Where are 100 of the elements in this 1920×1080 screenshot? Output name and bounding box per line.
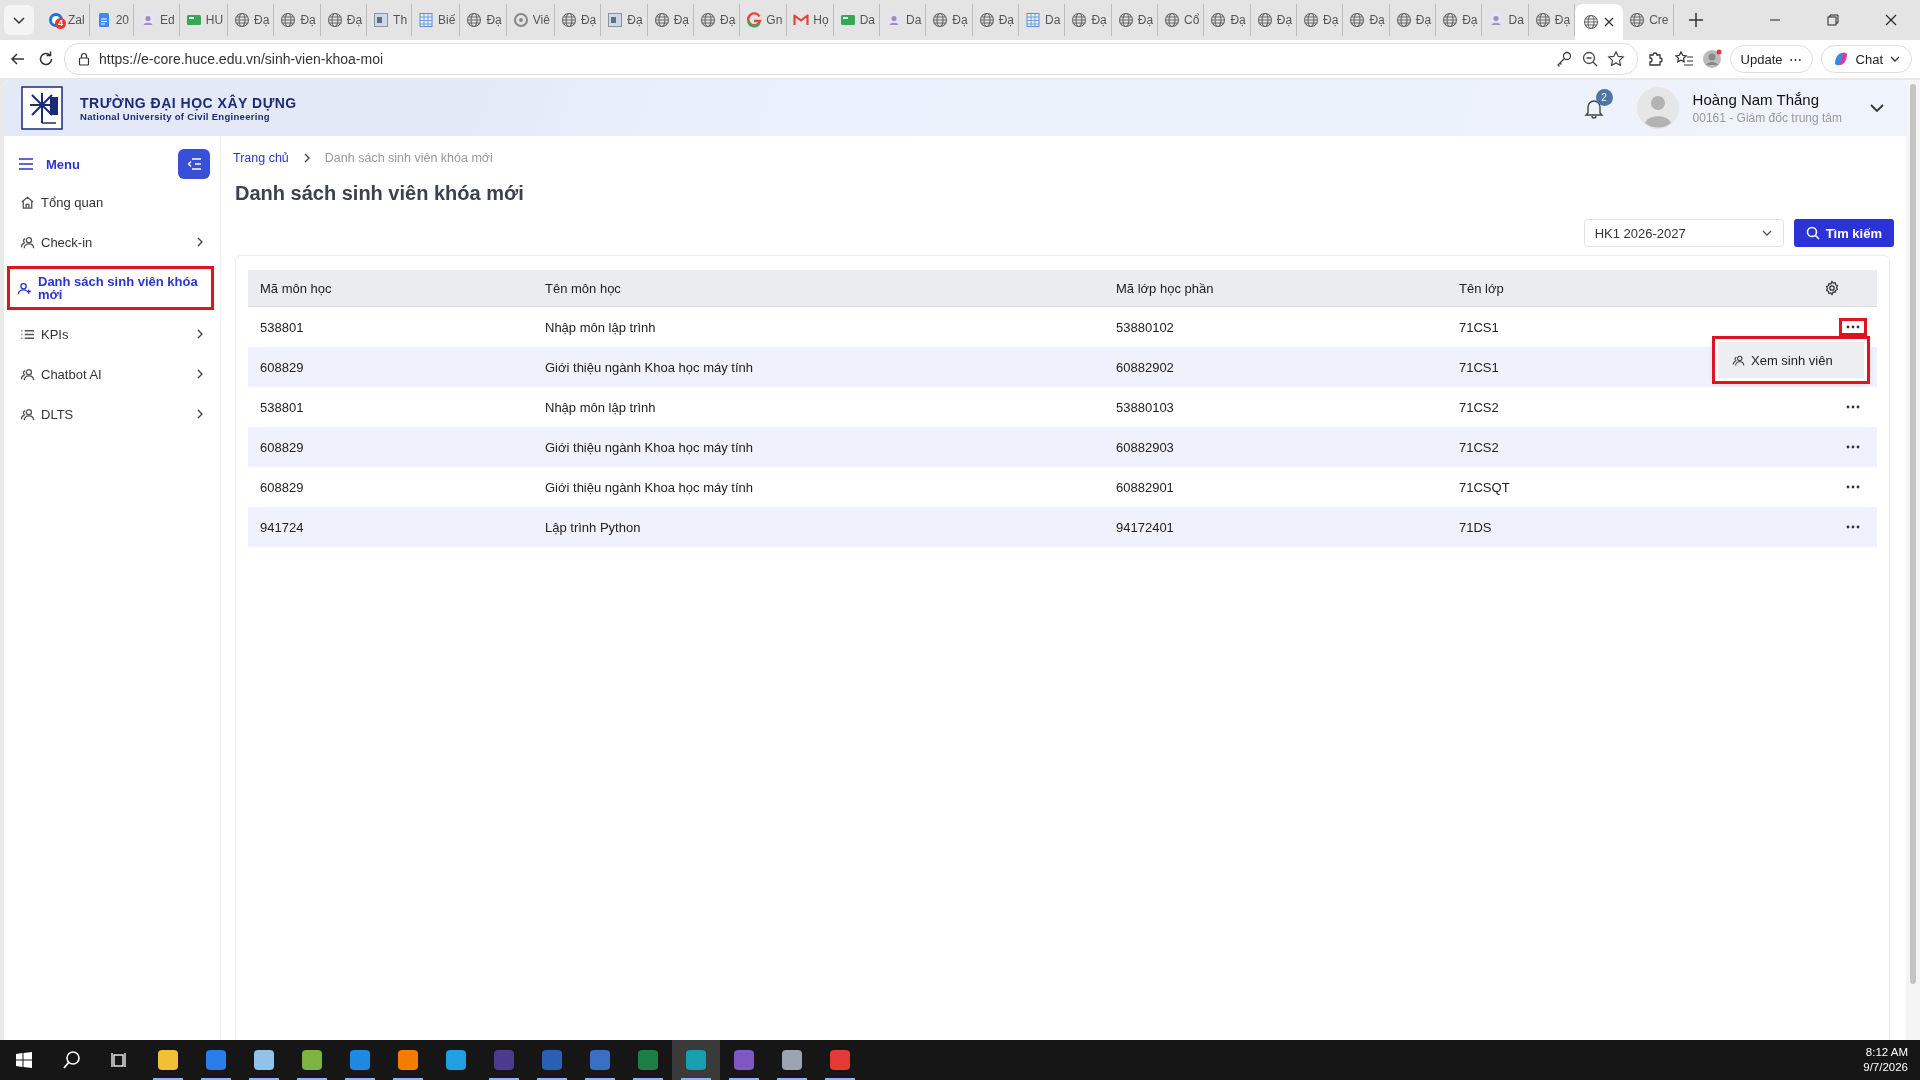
table-cell: 94172401 (1104, 507, 1447, 547)
browser-tab[interactable]: Họ (787, 4, 834, 36)
browser-tab[interactable]: Đạ (1065, 4, 1112, 36)
browser-tab[interactable]: Đạ (460, 4, 507, 36)
users-icon (20, 406, 35, 422)
column-header: Tên môn học (533, 270, 1104, 307)
browser-tab[interactable] (1575, 4, 1624, 40)
globe-icon (932, 12, 949, 28)
table-cell-text: 60882901 (1115, 478, 1175, 497)
windows-logo-icon[interactable] (16, 1052, 32, 1068)
sidebar-item[interactable]: Danh sách sinh viên khóa mới (7, 266, 214, 310)
sidebar-item[interactable]: KPIs (4, 314, 220, 354)
lock-icon (77, 52, 91, 66)
chat-button[interactable]: Chat (1820, 45, 1912, 73)
more-icon (1846, 485, 1860, 489)
sidebar-item[interactable]: Check-in (4, 222, 220, 262)
browser-tab[interactable]: Đạ (601, 4, 648, 36)
browser-tab[interactable]: Gn (740, 4, 788, 36)
browser-tab[interactable]: Đạ (1111, 4, 1159, 36)
semester-select[interactable]: HK1 2026-2027 (1583, 219, 1784, 247)
user-name: Hoàng Nam Thắng (1692, 91, 1821, 108)
browser-tab[interactable]: Đạ (228, 4, 275, 36)
profile-icon[interactable] (1701, 49, 1722, 69)
browser-tab[interactable]: 4 Zal (42, 4, 90, 36)
browser-tab[interactable]: Đạ (1343, 4, 1390, 36)
image-icon (373, 12, 390, 28)
users-icon (20, 234, 35, 250)
settings-icon[interactable] (1824, 280, 1840, 296)
browser-tab[interactable]: Đạ (1250, 4, 1298, 36)
person-icon (140, 12, 157, 28)
app-icon[interactable] (204, 1048, 228, 1072)
menu-item[interactable]: Xem sinh viên (1718, 342, 1864, 378)
more-icon (1846, 525, 1860, 529)
update-button[interactable]: Update ⋯ (1729, 45, 1813, 73)
browser-tab[interactable]: Đạ (693, 4, 741, 36)
notification-badge: 2 (1595, 89, 1613, 106)
browser-tab[interactable]: Da (833, 4, 880, 36)
table-cell-text: 53880103 (1115, 398, 1175, 417)
search-button[interactable]: Tìm kiếm (1793, 219, 1894, 247)
table-cell-text: Giới thiệu ngành Khoa học máy tính (544, 478, 754, 497)
page-title: Danh sách sinh viên khóa mới (235, 182, 525, 205)
browser-tab[interactable]: Da (1482, 4, 1529, 36)
column-header: Tên lớp (1447, 270, 1787, 307)
browser-tab[interactable]: HU (179, 4, 229, 36)
task-view-icon[interactable] (111, 1051, 129, 1069)
app-icon[interactable] (252, 1048, 276, 1072)
table-cell-text: 538801 (259, 398, 305, 417)
sidebar-item[interactable]: Chatbot AI (4, 354, 220, 394)
zoom-out-icon[interactable] (1580, 50, 1599, 68)
app-icon[interactable] (396, 1048, 420, 1072)
browser-tab[interactable]: Da (1019, 4, 1066, 36)
app-icon[interactable] (348, 1048, 372, 1072)
app-icon[interactable] (156, 1048, 180, 1072)
row-actions-button[interactable] (1839, 318, 1867, 336)
breadcrumb-current: Danh sách sinh viên khóa mới (324, 151, 493, 165)
address-bar[interactable]: https://e-core.huce.edu.vn/sinh-vien-khoa-moi (64, 43, 1638, 75)
browser-tab[interactable]: Cre (1623, 4, 1674, 36)
browser-tab[interactable]: Đạ (647, 4, 694, 36)
sidebar-item[interactable]: Tổng quan (4, 182, 220, 222)
app-icon[interactable] (780, 1048, 804, 1072)
browser-tab[interactable]: Đạ (926, 4, 973, 36)
browser-tab[interactable]: Ed (134, 4, 180, 36)
table-cell-text: 71CSQT (1458, 478, 1511, 497)
browser-tab[interactable]: 20 (89, 4, 135, 36)
grid-icon (1025, 12, 1042, 28)
tab-list-button[interactable] (4, 5, 34, 35)
browser-tab[interactable]: Th (367, 4, 413, 36)
collapse-sidebar-button[interactable] (178, 149, 210, 179)
menu-title: Menu (46, 156, 80, 172)
close-icon[interactable] (1603, 16, 1616, 28)
table-cell: 608829 (248, 347, 533, 387)
browser-tab[interactable]: Đạ (1204, 4, 1251, 36)
school-name: TRƯỜNG ĐẠI HỌC XÂY DỰNG (80, 94, 297, 111)
browser-tab[interactable]: Viê (506, 4, 555, 36)
search-icon[interactable] (62, 1050, 82, 1070)
app-icon[interactable] (300, 1048, 324, 1072)
browser-tab[interactable]: Đạ (1297, 4, 1344, 36)
globe-icon (653, 12, 670, 28)
users-icon (20, 366, 35, 382)
browser-tab[interactable]: Đạ (972, 4, 1020, 36)
browser-tab[interactable]: Đạ (554, 4, 602, 36)
browser-tab[interactable]: Da (880, 4, 927, 36)
browser-tab[interactable]: Đạ (274, 4, 321, 36)
mail-icon (793, 12, 810, 28)
star-icon[interactable] (1606, 50, 1625, 68)
table-cell: Giới thiệu ngành Khoa học máy tính (533, 347, 1104, 387)
browser-tab[interactable]: Cổ (1158, 4, 1205, 36)
globe-icon (1534, 12, 1551, 28)
favorites-icon[interactable] (1673, 49, 1694, 69)
browser-tab[interactable]: Biế (412, 4, 461, 36)
globe-icon (978, 12, 995, 28)
breadcrumb-link[interactable]: Trang chủ (233, 151, 289, 165)
scrollbar-thumb[interactable] (1910, 84, 1916, 984)
home-icon (20, 194, 35, 210)
browser-tab[interactable]: Đạ (1436, 4, 1483, 36)
browser-tab[interactable]: Đạ (320, 4, 368, 36)
app-icon[interactable] (444, 1048, 468, 1072)
browser-tab[interactable]: Đạ (1389, 4, 1437, 36)
sidebar-item[interactable]: DLTS (4, 394, 220, 434)
globe-icon (1395, 12, 1412, 28)
